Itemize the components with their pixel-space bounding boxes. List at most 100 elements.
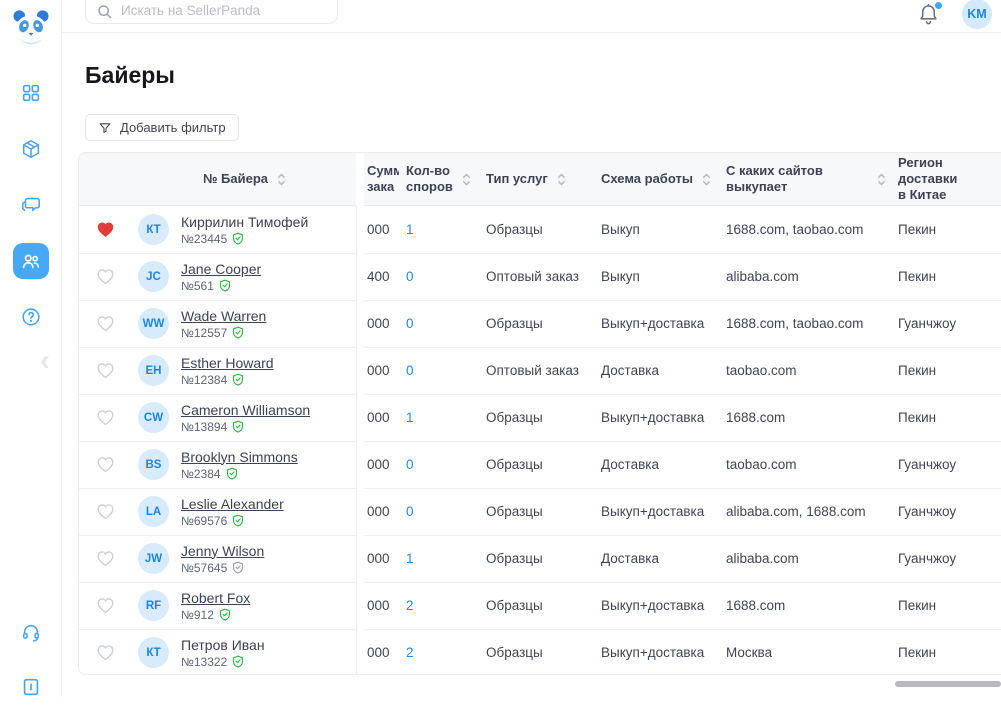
service-type-cell: Образцы — [479, 629, 594, 675]
favorite-cell[interactable] — [79, 629, 131, 675]
search-icon — [96, 3, 113, 20]
funnel-icon — [98, 121, 112, 135]
sidebar-collapse-icon[interactable]: ‹ — [40, 344, 50, 378]
disputes-count-link[interactable]: 0 — [406, 316, 414, 331]
favorite-cell[interactable] — [79, 300, 131, 347]
order-sum-cell: 000 — [364, 394, 399, 441]
order-sum-cell: 000 — [364, 441, 399, 488]
buyers-table: № Байера Суммзака Кол-воспоров Тип услуг — [78, 152, 1001, 675]
favorite-heart-icon[interactable] — [96, 644, 115, 661]
favorite-cell[interactable] — [79, 206, 131, 253]
favorite-heart-icon[interactable] — [96, 315, 115, 332]
disputes-count-link[interactable]: 1 — [406, 551, 414, 566]
favorite-heart-icon[interactable] — [96, 221, 115, 238]
buyer-avatar: КТ — [138, 637, 169, 668]
buyer-name[interactable]: Brooklyn Simmons — [181, 449, 298, 465]
buyer-avatar: LA — [138, 496, 169, 527]
user-avatar[interactable]: KM — [962, 0, 992, 29]
notifications-bell-icon[interactable] — [917, 2, 943, 30]
sidebar-item-buyers[interactable] — [13, 243, 49, 279]
header-work-scheme[interactable]: Схема работы — [594, 153, 719, 206]
buyer-cell: BS Brooklyn Simmons №2384 — [131, 441, 356, 488]
disputes-count-link[interactable]: 0 — [406, 457, 414, 472]
header-service-type[interactable]: Тип услуг — [479, 153, 594, 206]
add-filter-button[interactable]: Добавить фильтр — [85, 114, 239, 141]
disputes-count-link[interactable]: 2 — [406, 598, 414, 613]
favorite-cell[interactable] — [79, 488, 131, 535]
favorite-cell[interactable] — [79, 582, 131, 629]
service-type-cell: Образцы — [479, 300, 594, 347]
buyer-name[interactable]: Jane Cooper — [181, 261, 261, 277]
exit-icon[interactable] — [13, 669, 49, 705]
buyer-name[interactable]: Петров Иван — [181, 637, 265, 653]
header-region[interactable]: Регион доставкив Китае — [891, 153, 1001, 206]
search-input[interactable] — [121, 3, 327, 20]
disputes-count-link[interactable]: 0 — [406, 269, 414, 284]
header-buyer[interactable]: № Байера — [131, 153, 356, 206]
frozen-column-divider — [356, 535, 364, 582]
work-scheme-cell: Выкуп+доставка — [594, 488, 719, 535]
sites-cell: alibaba.com, 1688.com — [719, 488, 891, 535]
disputes-count-link[interactable]: 0 — [406, 504, 414, 519]
disputes-cell: 0 — [399, 253, 479, 300]
favorite-heart-icon[interactable] — [96, 409, 115, 426]
buyer-avatar: BS — [138, 449, 169, 480]
work-scheme-cell: Выкуп — [594, 206, 719, 253]
header-sites[interactable]: С каких сайтов выкупает — [719, 153, 891, 206]
buyer-avatar: CW — [138, 402, 169, 433]
verified-badge-icon — [232, 232, 244, 245]
sites-cell: taobao.com — [719, 347, 891, 394]
sidebar-item-products[interactable] — [13, 131, 49, 167]
buyer-name[interactable]: Esther Howard — [181, 355, 274, 371]
header-order-sum[interactable]: Суммзака — [364, 153, 399, 206]
buyer-name[interactable]: Robert Fox — [181, 590, 250, 606]
favorite-cell[interactable] — [79, 347, 131, 394]
support-headset-icon[interactable] — [13, 615, 49, 651]
buyer-name[interactable]: Cameron Williamson — [181, 402, 310, 418]
disputes-count-link[interactable]: 2 — [406, 645, 414, 660]
buyer-cell: LA Leslie Alexander №69576 — [131, 488, 356, 535]
sort-icon[interactable] — [276, 172, 287, 187]
buyer-name[interactable]: Киррилин Тимофей — [181, 214, 308, 230]
table-row: BS Brooklyn Simmons №2384 000 0 Образцы … — [79, 441, 1001, 488]
service-type-cell: Образцы — [479, 535, 594, 582]
sort-icon[interactable] — [876, 172, 887, 187]
sort-icon[interactable] — [701, 172, 712, 187]
sort-icon[interactable] — [461, 172, 472, 187]
buyer-name[interactable]: Leslie Alexander — [181, 496, 284, 512]
favorite-cell[interactable] — [79, 535, 131, 582]
buyer-cell: JW Jenny Wilson №57645 — [131, 535, 356, 582]
region-cell: Гуанчжоу — [891, 441, 1001, 488]
disputes-count-link[interactable]: 1 — [406, 222, 414, 237]
buyer-number: №12384 — [181, 373, 227, 387]
header-disputes[interactable]: Кол-воспоров — [399, 153, 479, 206]
favorite-heart-icon[interactable] — [96, 597, 115, 614]
sort-icon[interactable] — [556, 172, 567, 187]
buyer-cell: WW Wade Warren №12557 — [131, 300, 356, 347]
favorite-cell[interactable] — [79, 253, 131, 300]
verified-badge-icon — [232, 514, 244, 527]
disputes-cell: 1 — [399, 535, 479, 582]
region-cell: Пекин — [891, 394, 1001, 441]
favorite-heart-icon[interactable] — [96, 268, 115, 285]
favorite-cell[interactable] — [79, 441, 131, 488]
global-search[interactable] — [85, 0, 338, 24]
favorite-heart-icon[interactable] — [96, 503, 115, 520]
buyer-name[interactable]: Jenny Wilson — [181, 543, 264, 559]
horizontal-scrollbar-thumb[interactable] — [895, 681, 1001, 687]
buyer-number: №13894 — [181, 420, 227, 434]
sidebar-item-help[interactable] — [13, 299, 49, 335]
disputes-count-link[interactable]: 1 — [406, 410, 414, 425]
disputes-count-link[interactable]: 0 — [406, 363, 414, 378]
table-row: КТ Петров Иван №13322 000 2 Образцы Выку… — [79, 629, 1001, 675]
sidebar-item-dashboard[interactable] — [13, 75, 49, 111]
favorite-heart-icon[interactable] — [96, 456, 115, 473]
favorite-heart-icon[interactable] — [96, 550, 115, 567]
sellerpanda-logo-icon[interactable] — [11, 7, 51, 47]
favorite-heart-icon[interactable] — [96, 362, 115, 379]
sites-cell: 1688.com — [719, 582, 891, 629]
buyer-name[interactable]: Wade Warren — [181, 308, 266, 324]
sidebar-item-chats[interactable] — [13, 187, 49, 223]
favorite-cell[interactable] — [79, 394, 131, 441]
order-sum-cell: 000 — [364, 629, 399, 675]
